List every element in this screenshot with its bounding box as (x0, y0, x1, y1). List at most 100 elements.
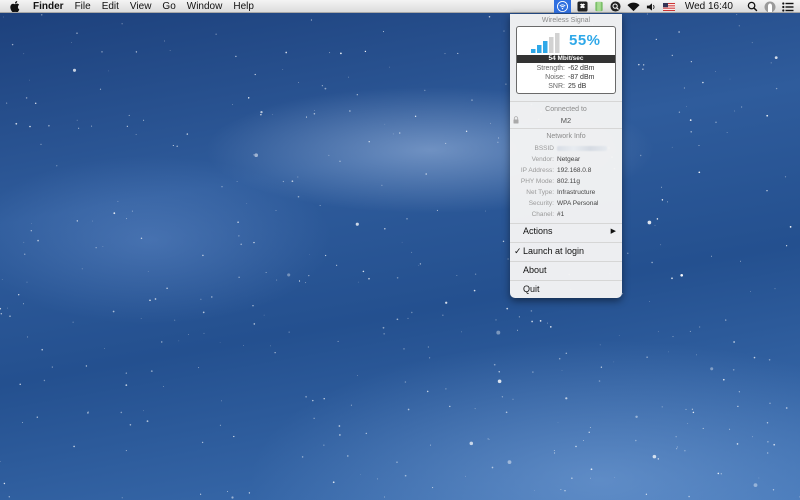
network-info-title: Network Info (546, 133, 586, 140)
wifi-signal-app-icon[interactable] (553, 0, 571, 13)
star (680, 273, 684, 277)
volume-icon[interactable] (646, 0, 657, 13)
star (140, 237, 143, 240)
star (403, 348, 405, 350)
star (564, 489, 566, 492)
star (671, 54, 673, 57)
star (78, 127, 80, 129)
menubar-clock[interactable]: Wed 16:40 (685, 1, 733, 12)
menu-view[interactable]: View (130, 0, 152, 13)
star (495, 319, 497, 321)
star (287, 273, 291, 277)
star (270, 345, 271, 347)
star (493, 363, 496, 366)
star (561, 370, 563, 371)
star (329, 52, 331, 54)
star (657, 331, 659, 333)
star (128, 114, 130, 116)
star (710, 367, 714, 371)
dropbox-icon[interactable] (577, 0, 588, 13)
divider (510, 101, 622, 102)
flag-us-icon[interactable] (662, 0, 675, 13)
menu-file[interactable]: File (75, 0, 91, 13)
star (247, 97, 250, 99)
star (774, 288, 776, 290)
star (613, 361, 615, 363)
star (18, 294, 20, 296)
menu-edit[interactable]: Edit (102, 0, 119, 13)
star (125, 450, 127, 452)
star (7, 307, 9, 309)
spotlight-icon[interactable] (747, 0, 758, 13)
menu-app-finder[interactable]: Finder (33, 0, 64, 13)
star (313, 417, 315, 419)
star (149, 299, 151, 302)
star (518, 316, 520, 318)
actions-menu-item[interactable]: Actions ▶ (510, 222, 622, 241)
star (22, 422, 24, 424)
star (770, 62, 772, 64)
star (113, 212, 116, 215)
star (590, 468, 593, 471)
menu-go[interactable]: Go (162, 0, 175, 13)
star (396, 461, 398, 464)
star (560, 488, 562, 490)
star (429, 357, 431, 359)
star (71, 42, 72, 43)
vendor-row: Vendor: Netgear (510, 156, 622, 163)
star (702, 427, 704, 429)
star (398, 132, 401, 134)
star (642, 68, 644, 71)
star (126, 218, 128, 220)
star (775, 87, 778, 90)
star (767, 452, 769, 454)
ip-row: IP Address: 192.168.0.8 (510, 167, 622, 174)
user-icon[interactable] (764, 0, 776, 13)
star (473, 289, 476, 292)
star (6, 102, 8, 104)
star (774, 56, 778, 60)
star (785, 245, 788, 247)
apple-menu-icon[interactable] (10, 0, 21, 12)
star (688, 495, 690, 498)
star (174, 319, 176, 321)
about-menu-item[interactable]: About (510, 261, 622, 280)
network-ssid: M2 (560, 116, 572, 125)
quit-menu-item[interactable]: Quit (510, 280, 622, 299)
star (260, 114, 262, 116)
star (368, 141, 370, 143)
wifi-icon[interactable] (627, 0, 640, 13)
star (125, 372, 127, 374)
star (301, 456, 304, 458)
star (248, 492, 251, 494)
star (3, 482, 6, 485)
star (321, 85, 323, 87)
star (661, 199, 664, 201)
star (418, 264, 420, 266)
star (37, 239, 39, 242)
star (497, 141, 499, 143)
spotlight-q-icon[interactable] (610, 0, 621, 13)
snr-row: SNR: 25 dB (517, 83, 615, 90)
star (575, 445, 577, 448)
star (531, 320, 533, 323)
checkmark-icon: ✓ (514, 246, 522, 256)
star (43, 379, 46, 382)
notification-center-icon[interactable] (782, 0, 794, 13)
star (772, 489, 775, 491)
menu-window[interactable]: Window (187, 0, 223, 13)
noise-label: Noise: (545, 74, 565, 81)
star (368, 277, 370, 280)
star (383, 333, 385, 335)
security-row: Security: WPA Personal (510, 200, 622, 207)
star (356, 375, 358, 377)
battery-icon[interactable] (594, 0, 604, 13)
star (676, 448, 678, 450)
star (166, 287, 168, 290)
star (332, 481, 335, 484)
star (622, 293, 624, 295)
star (488, 438, 490, 440)
star (246, 203, 248, 204)
launch-at-login-menu-item[interactable]: ✓ Launch at login (510, 242, 622, 261)
menu-help[interactable]: Help (233, 0, 254, 13)
